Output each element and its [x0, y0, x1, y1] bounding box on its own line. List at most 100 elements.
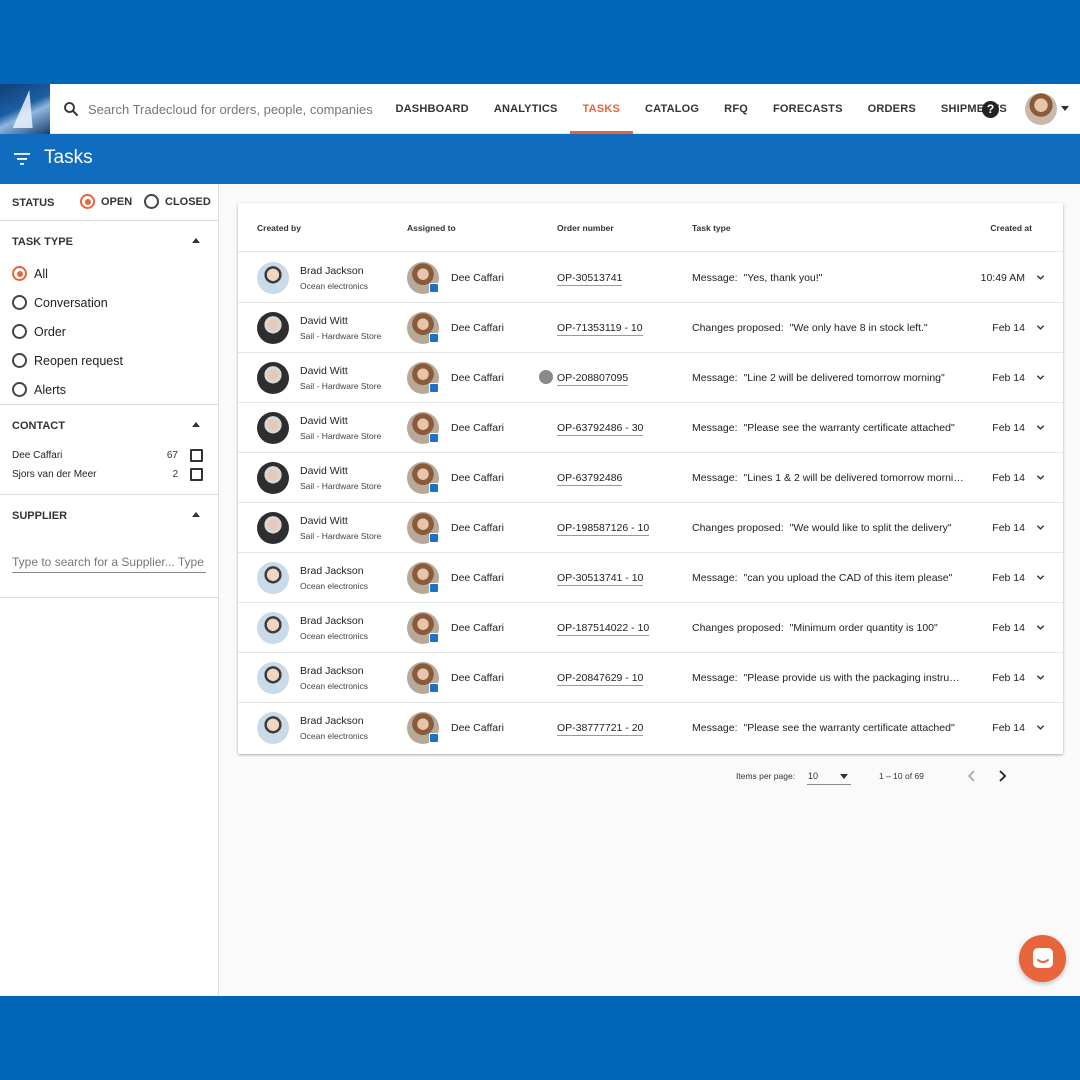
previous-page-button[interactable] — [964, 767, 980, 785]
task-type-label: Alerts — [34, 382, 66, 397]
nav-rfq[interactable]: RFQ — [712, 84, 761, 134]
contact-title: CONTACT — [12, 420, 65, 432]
order-number-link[interactable]: OP-30513741 - 10 — [557, 572, 644, 586]
creator-name: Brad Jackson — [300, 665, 364, 677]
task-description: Message: "Line 2 will be delivered tomorr… — [692, 372, 964, 384]
user-menu-caret-icon[interactable] — [1061, 106, 1069, 111]
task-type-header[interactable]: TASK TYPE — [0, 221, 218, 259]
contact-name: Sjors van der Meer — [12, 469, 97, 480]
nav-shipments[interactable]: SHIPMENTS — [928, 84, 1019, 134]
assignee-badge-icon — [429, 433, 439, 443]
collapse-caret-icon[interactable] — [192, 512, 200, 517]
task-type-reopen-request[interactable]: Reopen request — [0, 346, 218, 375]
task-text: "Line 2 will be delivered tomorrow morni… — [743, 372, 945, 384]
expand-chevron-icon[interactable] — [1036, 373, 1045, 382]
contact-checkbox[interactable] — [190, 449, 203, 462]
created-at: Feb 14 — [992, 722, 1025, 734]
next-page-button[interactable] — [994, 767, 1010, 785]
table-row[interactable]: David Witt Sail - Hardware Store Dee Caffa… — [238, 353, 1063, 403]
global-search-input[interactable] — [88, 97, 378, 121]
help-icon[interactable]: ? — [982, 101, 999, 118]
nav-analytics[interactable]: ANALYTICS — [481, 84, 570, 134]
creator-avatar — [257, 462, 289, 494]
created-at: Feb 14 — [992, 322, 1025, 334]
expand-chevron-icon[interactable] — [1036, 723, 1045, 732]
order-number-link[interactable]: OP-38777721 - 20 — [557, 722, 644, 736]
expand-chevron-icon[interactable] — [1036, 673, 1045, 682]
table-row[interactable]: David Witt Sail - Hardware Store Dee Caffa… — [238, 503, 1063, 553]
supplier-title: SUPPLIER — [12, 510, 68, 522]
task-text: "can you upload the CAD of this item ple… — [743, 572, 953, 584]
task-type-all[interactable]: All — [0, 259, 218, 288]
nav-orders[interactable]: ORDERS — [855, 84, 928, 134]
order-number-link[interactable]: OP-30513741 — [557, 272, 623, 286]
nav-catalog[interactable]: CATALOG — [633, 84, 712, 134]
task-type-alerts[interactable]: Alerts — [0, 375, 218, 404]
collapse-caret-icon[interactable] — [192, 238, 200, 243]
task-type-conversation[interactable]: Conversation — [0, 288, 218, 317]
chat-support-button[interactable] — [1019, 935, 1066, 982]
radio-empty-icon — [12, 382, 27, 397]
task-type: Message: — [692, 372, 738, 384]
order-number-link[interactable]: OP-71353119 - 10 — [557, 322, 643, 336]
tradecloud-logo[interactable] — [0, 84, 50, 134]
contact-header[interactable]: CONTACT — [0, 405, 218, 443]
status-open-radio[interactable]: OPEN — [80, 194, 132, 209]
nav-tasks[interactable]: TASKS — [570, 84, 633, 134]
expand-chevron-icon[interactable] — [1036, 573, 1045, 582]
main-nav: DASHBOARD ANALYTICS TASKS CATALOG RFQ FORECAS… — [383, 84, 1019, 134]
nav-dashboard[interactable]: DASHBOARD — [383, 84, 481, 134]
created-at: Feb 14 — [992, 672, 1025, 684]
table-row[interactable]: Brad Jackson Ocean electronics Dee Caffari… — [238, 653, 1063, 703]
contact-checkbox[interactable] — [190, 468, 203, 481]
expand-chevron-icon[interactable] — [1036, 273, 1045, 282]
table-row[interactable]: David Witt Sail - Hardware Store Dee Caffa… — [238, 403, 1063, 453]
order-number-link[interactable]: OP-63792486 — [557, 472, 623, 486]
assignee-name: Dee Caffari — [451, 272, 504, 284]
user-avatar[interactable] — [1025, 93, 1057, 125]
table-row[interactable]: David Witt Sail - Hardware Store Dee Caffa… — [238, 453, 1063, 503]
task-type-label: Order — [34, 324, 66, 339]
order-number-link[interactable]: OP-20847629 - 10 — [557, 672, 644, 686]
column-order-number[interactable]: Order number — [557, 223, 614, 233]
expand-chevron-icon[interactable] — [1036, 423, 1045, 432]
expand-chevron-icon[interactable] — [1036, 473, 1045, 482]
task-type: Message: — [692, 572, 738, 584]
order-number-link[interactable]: OP-187514022 - 10 — [557, 622, 650, 636]
expand-chevron-icon[interactable] — [1036, 623, 1045, 632]
expand-chevron-icon[interactable] — [1036, 523, 1045, 532]
table-header: Created by Assigned to Order number Task… — [238, 203, 1063, 252]
creator-company: Sail - Hardware Store — [300, 431, 382, 441]
supplier-search-input[interactable] — [12, 551, 206, 573]
nav-forecasts[interactable]: FORECASTS — [761, 84, 856, 134]
creator-company: Sail - Hardware Store — [300, 531, 382, 541]
task-type-title: TASK TYPE — [12, 236, 73, 248]
order-number-link[interactable]: OP-208807095 — [557, 372, 629, 386]
collapse-caret-icon[interactable] — [192, 422, 200, 427]
column-created-at[interactable]: Created at — [990, 223, 1032, 233]
creator-name: Brad Jackson — [300, 565, 364, 577]
table-row[interactable]: Brad Jackson Ocean electronics Dee Caffari… — [238, 253, 1063, 303]
table-row[interactable]: David Witt Sail - Hardware Store Dee Caffa… — [238, 303, 1063, 353]
table-row[interactable]: Brad Jackson Ocean electronics Dee Caffari… — [238, 553, 1063, 603]
task-text: "Please see the warranty certificate att… — [743, 422, 955, 434]
radio-empty-icon — [144, 194, 159, 209]
column-assigned-to[interactable]: Assigned to — [407, 223, 456, 233]
task-type-label: All — [34, 266, 48, 281]
filter-icon[interactable] — [14, 153, 30, 165]
table-row[interactable]: Brad Jackson Ocean electronics Dee Caffari… — [238, 703, 1063, 753]
task-type-order[interactable]: Order — [0, 317, 218, 346]
assignee-badge-icon — [429, 683, 439, 693]
items-per-page-select[interactable]: 10 — [807, 767, 851, 785]
status-closed-radio[interactable]: CLOSED — [144, 194, 211, 209]
column-created-by[interactable]: Created by — [257, 223, 301, 233]
task-text: "Lines 1 & 2 will be delivered tomorrow … — [743, 472, 964, 484]
expand-chevron-icon[interactable] — [1036, 323, 1045, 332]
supplier-header[interactable]: SUPPLIER — [0, 495, 218, 533]
order-number-link[interactable]: OP-63792486 - 30 — [557, 422, 644, 436]
order-number-link[interactable]: OP-198587126 - 10 — [557, 522, 650, 536]
column-task-type[interactable]: Task type — [692, 223, 731, 233]
radio-empty-icon — [12, 353, 27, 368]
creator-name: Brad Jackson — [300, 715, 364, 727]
table-row[interactable]: Brad Jackson Ocean electronics Dee Caffari… — [238, 603, 1063, 653]
